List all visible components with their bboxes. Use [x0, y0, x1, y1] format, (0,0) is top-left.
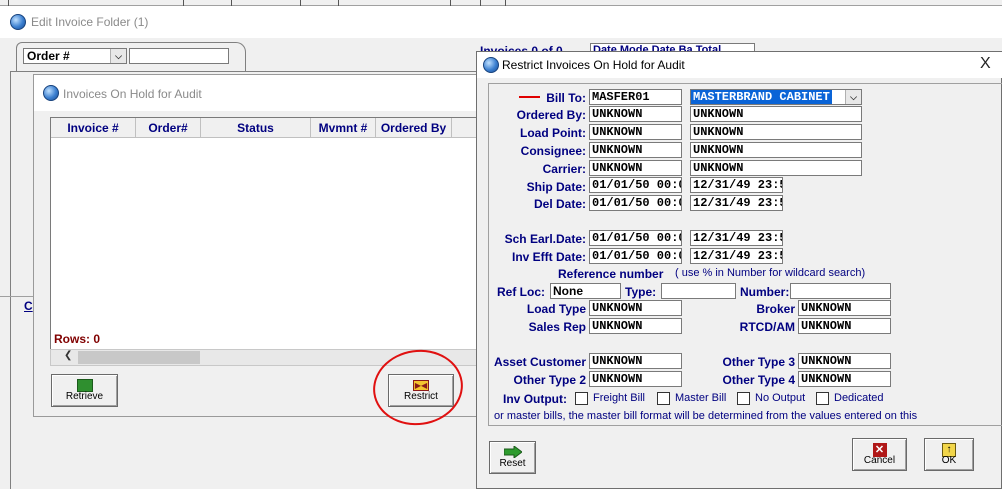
ref-number-field[interactable] [790, 283, 891, 299]
ref-number-label: Number: [740, 285, 790, 299]
window-title: Invoices On Hold for Audit [63, 87, 202, 101]
ref-loc-label: Ref Loc: [497, 285, 545, 299]
inv-efft-date-from-field[interactable]: 01/01/50 00:00 [589, 248, 682, 264]
other-type-3-field[interactable]: UNKNOWN [798, 353, 891, 369]
carrier-name-field[interactable]: UNKNOWN [690, 160, 862, 176]
sch-earl-date-label: Sch Earl.Date: [504, 232, 586, 246]
master-bill-note: or master bills, the master bill format … [494, 410, 918, 422]
dedicated-label: Dedicated [834, 392, 884, 404]
scrollbar-thumb[interactable] [78, 351, 200, 364]
column-header-order[interactable]: Order# [136, 118, 201, 138]
column-header-invoice[interactable]: Invoice # [51, 118, 136, 138]
inv-efft-date-to-field[interactable]: 12/31/49 23:59 [690, 248, 783, 264]
cancel-button[interactable]: ✕ Cancel [852, 438, 907, 471]
ordered-by-name-field[interactable]: UNKNOWN [690, 106, 862, 122]
app-logo-icon [43, 85, 59, 101]
rows-count: Rows: 0 [54, 332, 101, 346]
invoices-on-hold-titlebar: Invoices On Hold for Audit [34, 75, 479, 111]
load-point-label: Load Point: [520, 126, 586, 140]
reference-wildcard-hint: ( use % in Number for wildcard search) [675, 267, 866, 279]
bill-to-name-value: MASTERBRAND CABINET [691, 90, 832, 104]
column-header-status[interactable]: Status [201, 118, 311, 138]
ok-button-label: OK [941, 455, 957, 466]
order-number-combo-value: Order # [27, 49, 70, 63]
ship-date-from-field[interactable]: 01/01/50 00:00 [589, 177, 682, 193]
column-header-ordered-by[interactable]: Ordered By [376, 118, 452, 138]
ship-date-label: Ship Date: [526, 180, 586, 194]
order-search-input[interactable] [129, 48, 229, 64]
bill-to-name-combo[interactable]: MASTERBRAND CABINET ⌵ [690, 89, 862, 105]
invoice-grid[interactable] [50, 117, 478, 350]
ok-button[interactable]: ↑ OK [924, 438, 974, 471]
ship-date-to-field[interactable]: 12/31/49 23:59 [690, 177, 783, 193]
no-output-label: No Output [755, 392, 806, 404]
other-type-4-field[interactable]: UNKNOWN [798, 371, 891, 387]
sales-rep-label: Sales Rep [528, 320, 586, 334]
other-type-2-field[interactable]: UNKNOWN [589, 371, 682, 387]
close-icon[interactable]: X [980, 55, 991, 73]
load-type-field[interactable]: UNKNOWN [589, 300, 682, 316]
side-link[interactable]: C [24, 299, 33, 313]
app-logo-icon [483, 57, 499, 73]
master-bill-label: Master Bill [675, 392, 727, 404]
sch-earl-date-to-field[interactable]: 12/31/49 23:59 [690, 230, 783, 246]
chevron-down-icon[interactable]: ⌵ [845, 90, 861, 104]
panel-divider [0, 296, 33, 297]
asset-customer-field[interactable]: UNKNOWN [589, 353, 682, 369]
dedicated-checkbox[interactable] [816, 392, 829, 405]
restrict-dialog-titlebar: Restrict Invoices On Hold for Audit X [477, 52, 1002, 78]
master-bill-checkbox[interactable] [657, 392, 670, 405]
window-title: Edit Invoice Folder (1) [31, 15, 149, 29]
other-type-4-label: Other Type 4 [722, 373, 795, 387]
broker-label: Broker [756, 302, 795, 316]
consignee-code-field[interactable]: UNKNOWN [589, 142, 682, 158]
dialog-title: Restrict Invoices On Hold for Audit [502, 58, 685, 72]
asset-customer-label: Asset Customer [493, 355, 586, 369]
invoice-grid-header: Invoice # Order# Status Mvmnt # Ordered … [51, 118, 478, 138]
del-date-from-field[interactable]: 01/01/50 00:00 [589, 195, 682, 211]
reference-number-heading: Reference number [558, 267, 664, 281]
bill-to-code-field[interactable]: MASFER01 [589, 89, 682, 105]
del-date-to-field[interactable]: 12/31/49 23:59 [690, 195, 783, 211]
ref-type-field[interactable] [661, 283, 736, 299]
reset-button[interactable]: Reset [489, 441, 536, 474]
other-type-3-label: Other Type 3 [722, 355, 795, 369]
freight-bill-checkbox[interactable] [575, 392, 588, 405]
freight-bill-label: Freight Bill [593, 392, 645, 404]
other-type-2-label: Other Type 2 [513, 373, 586, 387]
reset-button-label: Reset [499, 458, 526, 469]
retrieve-button-label: Retrieve [65, 391, 104, 402]
chevron-down-icon[interactable]: ⌵ [110, 49, 126, 63]
load-point-code-field[interactable]: UNKNOWN [589, 124, 682, 140]
rtcd-am-label: RTCD/AM [739, 320, 795, 334]
bill-to-label: Bill To: [546, 91, 586, 105]
retrieve-button[interactable]: Retrieve [51, 374, 118, 407]
order-number-combo[interactable]: Order # ⌵ [23, 48, 127, 64]
rtcd-am-field[interactable]: UNKNOWN [798, 318, 891, 334]
del-date-label: Del Date: [533, 197, 586, 211]
consignee-name-field[interactable]: UNKNOWN [690, 142, 862, 158]
scroll-left-icon[interactable]: ❮ [64, 350, 72, 361]
carrier-label: Carrier: [542, 162, 586, 176]
ordered-by-code-field[interactable]: UNKNOWN [589, 106, 682, 122]
edit-invoice-folder-titlebar: Edit Invoice Folder (1) [0, 6, 1002, 38]
load-type-label: Load Type [526, 302, 586, 316]
sales-rep-field[interactable]: UNKNOWN [589, 318, 682, 334]
inv-output-label: Inv Output: [503, 392, 567, 406]
ordered-by-label: Ordered By: [516, 108, 586, 122]
sch-earl-date-from-field[interactable]: 01/01/50 00:00 [589, 230, 682, 246]
carrier-code-field[interactable]: UNKNOWN [589, 160, 682, 176]
ref-loc-field[interactable]: None [550, 283, 621, 299]
column-header-mvmnt[interactable]: Mvmnt # [311, 118, 376, 138]
inv-efft-date-label: Inv Efft Date: [511, 250, 586, 264]
arrow-right-icon [503, 446, 522, 458]
load-point-name-field[interactable]: UNKNOWN [690, 124, 862, 140]
no-output-checkbox[interactable] [737, 392, 750, 405]
consignee-label: Consignee: [520, 144, 586, 158]
cancel-button-label: Cancel [863, 455, 896, 466]
ref-type-label: Type: [625, 285, 657, 299]
broker-field[interactable]: UNKNOWN [798, 300, 891, 316]
app-logo-icon [10, 14, 26, 30]
